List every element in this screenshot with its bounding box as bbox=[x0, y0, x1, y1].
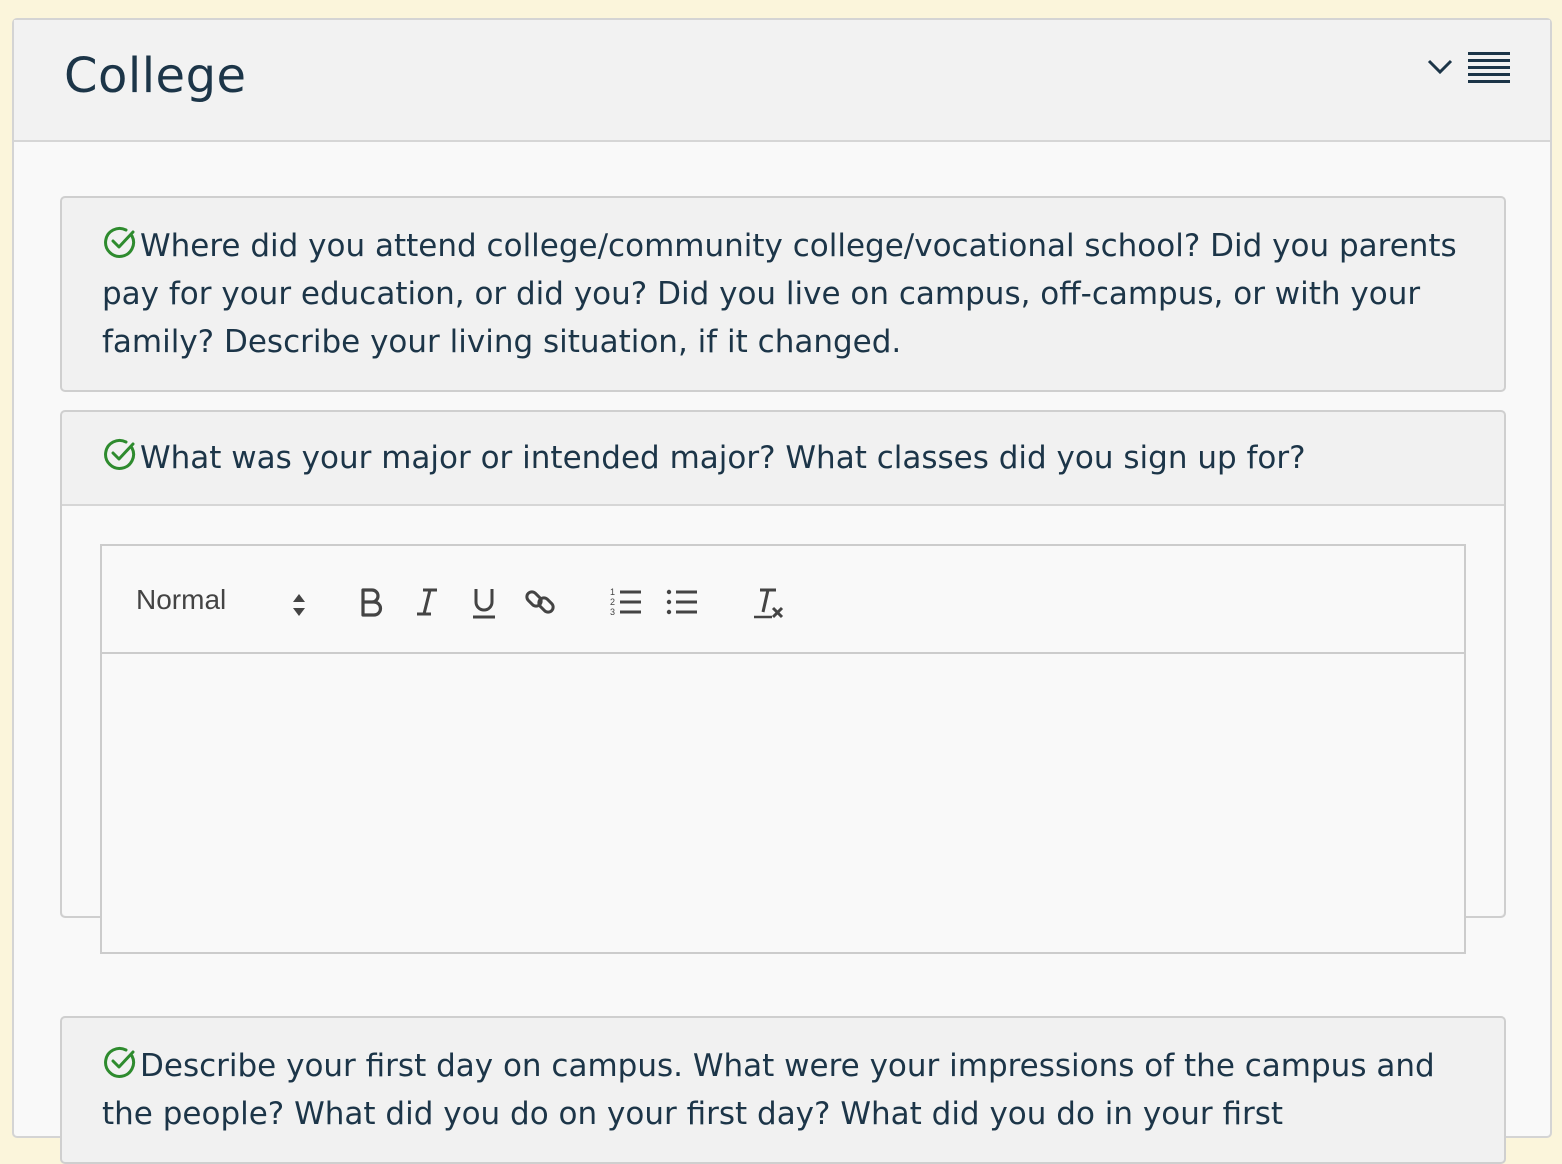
check-circle-icon bbox=[102, 224, 138, 260]
header-icons bbox=[1426, 50, 1510, 88]
svg-text:3: 3 bbox=[610, 607, 615, 617]
bold-icon[interactable] bbox=[358, 586, 384, 623]
panel-title: College bbox=[64, 48, 247, 104]
editor-content-area[interactable] bbox=[102, 654, 1464, 954]
question-header[interactable]: Where did you attend college/community c… bbox=[62, 198, 1504, 390]
svg-text:2: 2 bbox=[610, 597, 615, 607]
question-card-expanded: What was your major or intended major? W… bbox=[60, 410, 1506, 954]
link-icon[interactable] bbox=[524, 586, 556, 623]
underline-icon[interactable] bbox=[470, 586, 498, 625]
clear-format-icon[interactable] bbox=[752, 586, 786, 625]
question-card: Where did you attend college/community c… bbox=[60, 196, 1506, 392]
select-arrows-icon bbox=[292, 592, 306, 624]
hamburger-menu-icon[interactable] bbox=[1468, 50, 1510, 88]
italic-icon[interactable] bbox=[414, 586, 440, 623]
svg-text:1: 1 bbox=[610, 587, 615, 597]
check-circle-icon bbox=[102, 1044, 138, 1080]
rich-text-editor: Normal 1 2 3 bbox=[100, 544, 1466, 954]
editor-toolbar: Normal 1 2 3 bbox=[102, 546, 1464, 654]
panel-header: College bbox=[14, 20, 1550, 142]
bullet-list-icon[interactable] bbox=[666, 586, 698, 623]
check-circle-icon bbox=[102, 436, 138, 472]
ordered-list-icon[interactable]: 123 bbox=[610, 586, 642, 623]
question-header[interactable]: Describe your first day on campus. What … bbox=[62, 1018, 1504, 1162]
question-text: Where did you attend college/community c… bbox=[102, 228, 1457, 360]
question-text: Describe your first day on campus. What … bbox=[102, 1048, 1435, 1132]
question-header[interactable]: What was your major or intended major? W… bbox=[62, 412, 1504, 504]
question-text: What was your major or intended major? W… bbox=[140, 440, 1306, 476]
chevron-down-icon[interactable] bbox=[1426, 57, 1454, 81]
college-panel: College Where did you attend college/com… bbox=[12, 18, 1552, 1164]
question-card: Describe your first day on campus. What … bbox=[60, 1016, 1506, 1164]
format-select-value: Normal bbox=[136, 584, 227, 615]
answer-body: Normal 1 2 3 bbox=[62, 504, 1504, 954]
format-select[interactable]: Normal bbox=[136, 584, 306, 624]
